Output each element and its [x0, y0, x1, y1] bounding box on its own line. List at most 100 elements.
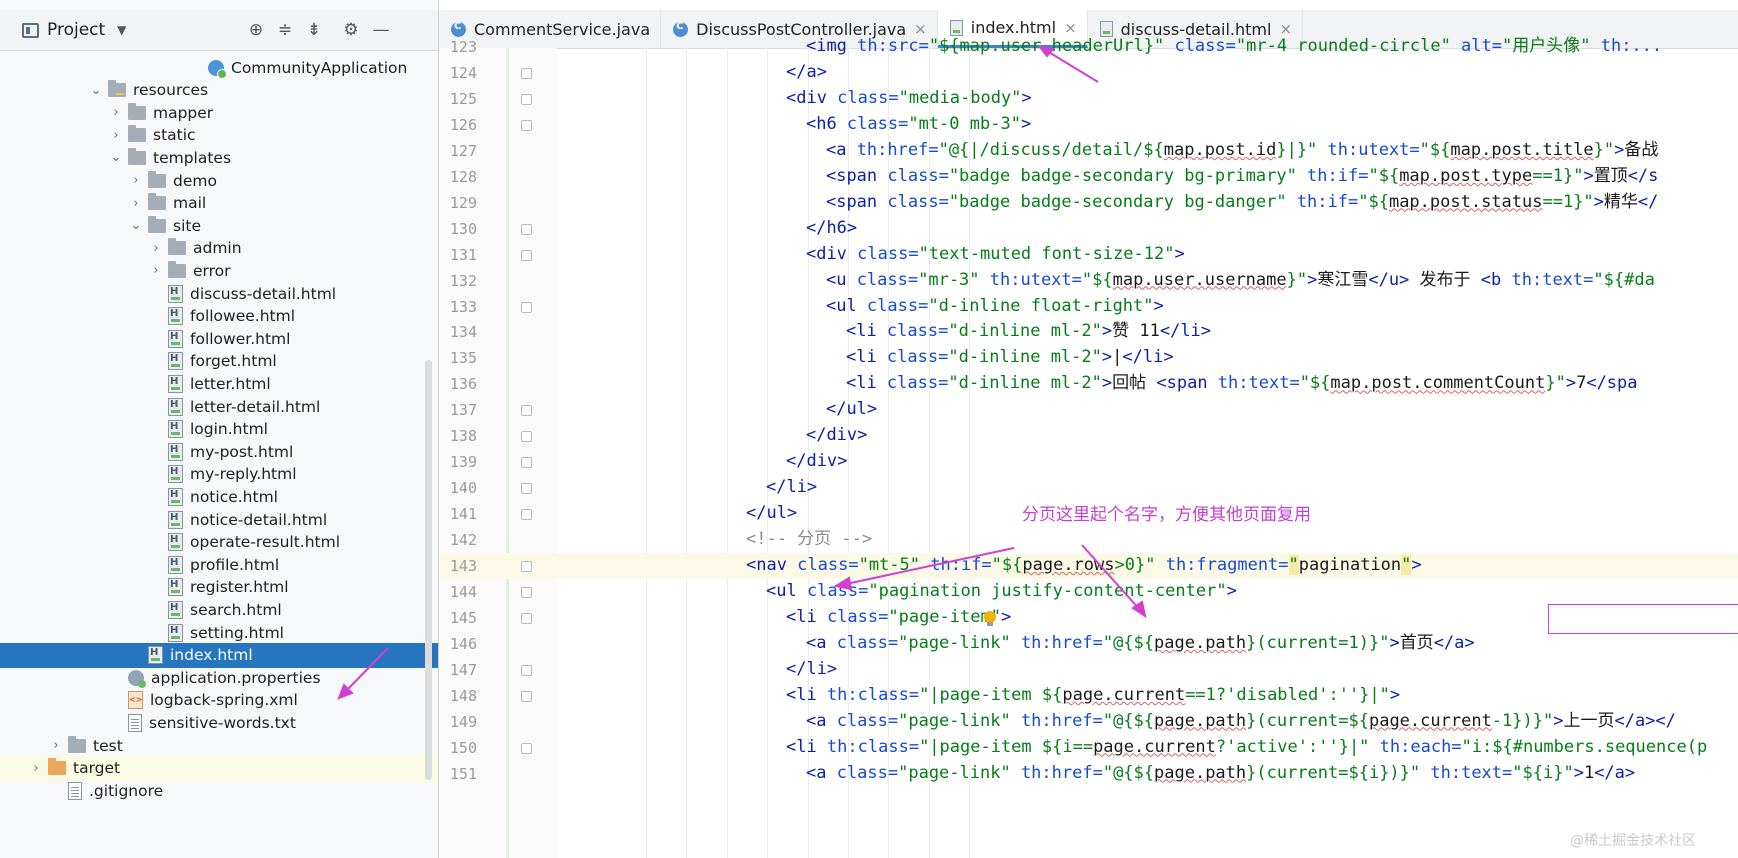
- chevron-right-icon[interactable]: ›: [128, 173, 144, 188]
- code-line[interactable]: 149 <a class="page-link" th:href="@{${pag…: [439, 709, 1738, 735]
- fold-marker-icon[interactable]: [521, 509, 532, 521]
- project-panel-title[interactable]: Project: [47, 20, 105, 40]
- tree-item-admin[interactable]: › admin: [0, 236, 438, 261]
- code-line[interactable]: 135 <li class="d-inline ml-2">|</li>: [439, 345, 1738, 371]
- code-line[interactable]: 142 <!-- 分页 -->: [439, 527, 1738, 553]
- tree-item-operate-result-html[interactable]: ›operate-result.html: [0, 530, 438, 555]
- code-token: th:utext=: [1327, 139, 1420, 160]
- chevron-right-icon[interactable]: ›: [108, 105, 124, 120]
- code-line[interactable]: 145 <li class="page-item">: [439, 605, 1738, 631]
- fold-marker-icon[interactable]: [521, 249, 532, 261]
- expand-all-icon[interactable]: ≑: [274, 20, 296, 40]
- tree-item-my-post-html[interactable]: ›my-post.html: [0, 439, 438, 464]
- code-line[interactable]: 151 <a class="page-link" th:href="@{${pag…: [439, 761, 1738, 787]
- code-line[interactable]: 127 <a th:href="@{|/discuss/detail/${map.…: [439, 138, 1738, 164]
- fold-marker-icon[interactable]: [521, 301, 532, 313]
- tree-item-profile-html[interactable]: ›profile.html: [0, 552, 438, 577]
- fold-marker-icon[interactable]: [521, 742, 532, 754]
- chevron-down-icon[interactable]: ⌄: [88, 83, 104, 98]
- tree-item--gitignore[interactable]: ›.gitignore: [0, 778, 438, 803]
- code-line[interactable]: 133 <ul class="d-inline float-right">: [439, 294, 1738, 320]
- fold-marker-icon[interactable]: [521, 431, 532, 443]
- tree-item-static[interactable]: › static: [0, 123, 438, 148]
- fold-marker-icon[interactable]: [521, 612, 532, 624]
- tree-item-templates[interactable]: ⌄ templates: [0, 145, 438, 170]
- code-line[interactable]: 148 <li th:class="|page-item ${page.curre…: [439, 683, 1738, 709]
- code-line[interactable]: 123 <img th:src="${map.user.headerUrl}" c…: [439, 34, 1738, 60]
- code-line[interactable]: 125 <div class="media-body">: [439, 86, 1738, 112]
- gear-icon[interactable]: ⚙: [340, 20, 362, 40]
- tree-item-search-html[interactable]: ›search.html: [0, 597, 438, 622]
- code-line[interactable]: 140 </li>: [439, 475, 1738, 501]
- tree-item-site[interactable]: ⌄ site: [0, 213, 438, 238]
- code-line[interactable]: 129 <span class="badge badge-secondary bg…: [439, 190, 1738, 216]
- tree-item-label: mapper: [153, 103, 214, 122]
- lightbulb-icon[interactable]: [984, 611, 996, 626]
- code-line[interactable]: 124 </a>: [439, 60, 1738, 86]
- fold-marker-icon[interactable]: [521, 561, 532, 572]
- fold-marker-icon[interactable]: [521, 586, 532, 598]
- tree-item-my-reply-html[interactable]: ›my-reply.html: [0, 462, 438, 487]
- chevron-right-icon[interactable]: ›: [148, 263, 164, 278]
- fold-marker-icon[interactable]: [521, 483, 532, 495]
- fold-marker-icon[interactable]: [521, 67, 532, 79]
- tree-item-login-html[interactable]: ›login.html: [0, 417, 438, 442]
- tree-item-setting-html[interactable]: ›setting.html: [0, 620, 438, 645]
- tree-item-register-html[interactable]: ›register.html: [0, 575, 438, 600]
- tree-item-follower-html[interactable]: ›follower.html: [0, 326, 438, 351]
- chevron-right-icon[interactable]: ›: [48, 738, 64, 753]
- code-line[interactable]: 136 <li class="d-inline ml-2">回帖 <span th…: [439, 371, 1738, 397]
- tree-item-discuss-detail-html[interactable]: ›discuss-detail.html: [0, 281, 438, 306]
- tree-item-communityapplication[interactable]: ›CommunityApplication: [0, 55, 438, 80]
- code-line[interactable]: 147 </li>: [439, 657, 1738, 683]
- fold-marker-icon[interactable]: [521, 223, 532, 235]
- code-line[interactable]: 128 <span class="badge badge-secondary bg…: [439, 164, 1738, 190]
- project-scrollbar[interactable]: [425, 360, 432, 780]
- tree-item-index-html[interactable]: ›index.html: [0, 642, 438, 668]
- chevron-right-icon[interactable]: ›: [148, 241, 164, 256]
- tree-item-demo[interactable]: › demo: [0, 168, 438, 193]
- code-line[interactable]: 131 <div class="text-muted font-size-12">: [439, 242, 1738, 268]
- tree-item-followee-html[interactable]: ›followee.html: [0, 304, 438, 329]
- code-line[interactable]: 143 <nav class="mt-5" th:if="${page.rows>…: [439, 553, 1738, 579]
- code-line[interactable]: 137 </ul>: [439, 397, 1738, 423]
- fold-marker-icon[interactable]: [521, 405, 532, 417]
- chevron-right-icon[interactable]: ›: [128, 196, 144, 211]
- code-line[interactable]: 126 <h6 class="mt-0 mb-3">: [439, 112, 1738, 138]
- fold-marker-icon[interactable]: [521, 690, 532, 702]
- tree-item-error[interactable]: › error: [0, 258, 438, 283]
- chevron-down-icon[interactable]: ▼: [117, 23, 126, 37]
- tree-item-resources[interactable]: ⌄ resources: [0, 78, 438, 103]
- chevron-right-icon[interactable]: ›: [108, 128, 124, 143]
- code-line[interactable]: 134 <li class="d-inline ml-2">赞 11</li>: [439, 319, 1738, 345]
- tree-item-mapper[interactable]: › mapper: [0, 100, 438, 125]
- fold-marker-icon[interactable]: [521, 457, 532, 469]
- tree-item-logback-spring-xml[interactable]: ›logback-spring.xml: [0, 688, 438, 713]
- minimize-icon[interactable]: —: [370, 20, 392, 40]
- tree-item-notice-detail-html[interactable]: ›notice-detail.html: [0, 507, 438, 532]
- code-line[interactable]: 132 <u class="mr-3" th:utext="${map.user.…: [439, 268, 1738, 294]
- code-line[interactable]: 130 </h6>: [439, 216, 1738, 242]
- tree-item-test[interactable]: › test: [0, 733, 438, 758]
- chevron-down-icon[interactable]: ⌄: [108, 150, 124, 165]
- target-icon[interactable]: ⊕: [245, 20, 267, 40]
- tree-item-target[interactable]: › target: [0, 755, 438, 781]
- tree-item-sensitive-words-txt[interactable]: ›sensitive-words.txt: [0, 710, 438, 735]
- collapse-all-icon[interactable]: ⇟: [303, 20, 325, 40]
- code-line[interactable]: 144 <ul class="pagination justify-content…: [439, 579, 1738, 605]
- fold-marker-icon[interactable]: [521, 664, 532, 676]
- fold-marker-icon[interactable]: [521, 93, 532, 105]
- tree-item-notice-html[interactable]: ›notice.html: [0, 484, 438, 509]
- code-line[interactable]: 146 <a class="page-link" th:href="@{${pag…: [439, 631, 1738, 657]
- code-line[interactable]: 139 </div>: [439, 449, 1738, 475]
- code-line[interactable]: 138 </div>: [439, 423, 1738, 449]
- tree-item-forget-html[interactable]: ›forget.html: [0, 349, 438, 374]
- tree-item-letter-detail-html[interactable]: ›letter-detail.html: [0, 394, 438, 419]
- tree-item-letter-html[interactable]: ›letter.html: [0, 371, 438, 396]
- code-line[interactable]: 150 <li th:class="|page-item ${i==page.cu…: [439, 735, 1738, 761]
- tree-item-mail[interactable]: › mail: [0, 191, 438, 216]
- chevron-down-icon[interactable]: ⌄: [128, 218, 144, 233]
- tree-item-application-properties[interactable]: ›application.properties: [0, 665, 438, 690]
- fold-marker-icon[interactable]: [521, 119, 532, 131]
- chevron-right-icon[interactable]: ›: [28, 761, 44, 776]
